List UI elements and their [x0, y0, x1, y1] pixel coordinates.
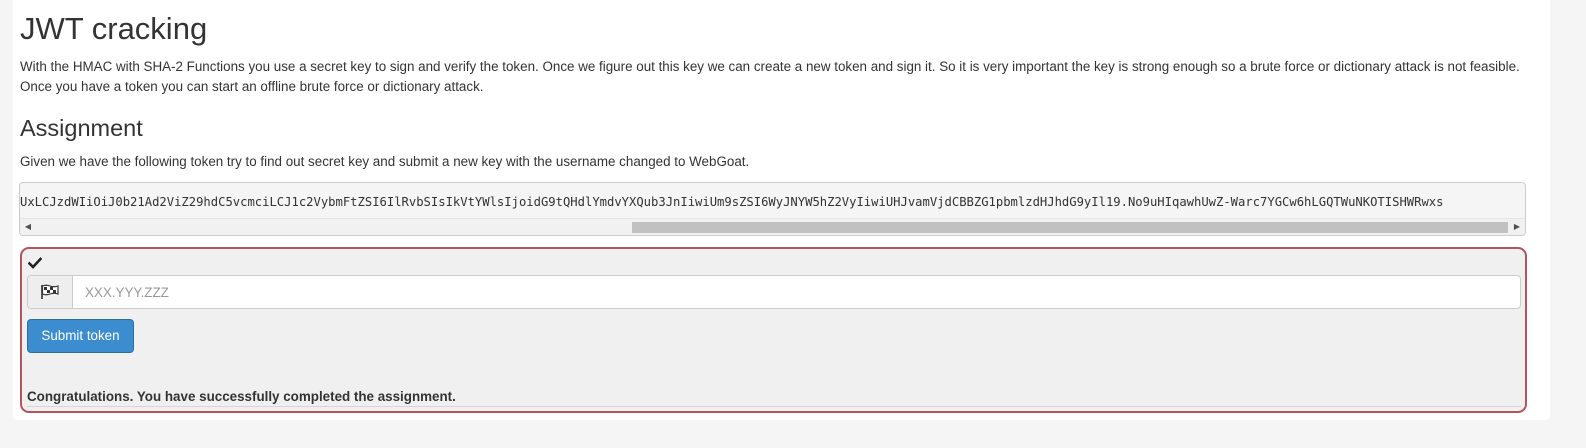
input-addon [27, 275, 73, 309]
scrollbar-thumb[interactable] [632, 222, 1508, 233]
feedback-divider [27, 406, 1521, 407]
flag-checkered-icon [41, 284, 59, 299]
scroll-left-icon[interactable]: ◀ [20, 219, 36, 235]
token-input[interactable] [72, 275, 1521, 309]
page-title: JWT cracking [20, 11, 208, 46]
token-text: UxLCJzdWIiOiJ0b21Ad2ViZ29hdC5vcmciLCJ1c2… [20, 195, 1444, 209]
assignment-instructions: Given we have the following token try to… [20, 154, 750, 169]
horizontal-scrollbar[interactable]: ◀ ▶ [20, 218, 1525, 235]
token-code-block[interactable]: UxLCJzdWIiOiJ0b21Ad2ViZ29hdC5vcmciLCJ1c2… [19, 182, 1526, 236]
attack-form: Submit token Congratulations. You have s… [20, 247, 1527, 413]
feedback-message: Congratulations. You have successfully c… [27, 389, 456, 404]
lesson-intro-text: With the HMAC with SHA-2 Functions you u… [20, 59, 1520, 94]
scroll-right-icon[interactable]: ▶ [1509, 219, 1525, 235]
token-input-group [27, 275, 1521, 309]
assignment-heading: Assignment [20, 115, 143, 141]
check-icon [28, 257, 42, 269]
submit-token-button[interactable]: Submit token [27, 319, 134, 353]
